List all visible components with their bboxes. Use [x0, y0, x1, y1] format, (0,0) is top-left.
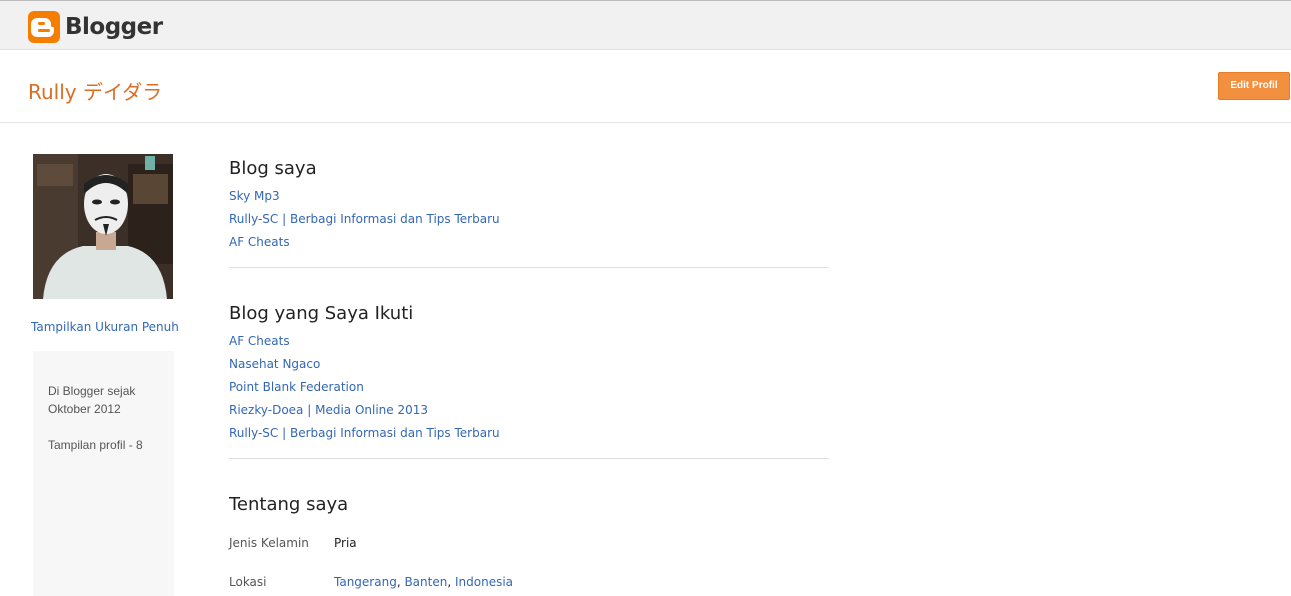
- followed-blog-link[interactable]: AF Cheats: [229, 330, 500, 353]
- location-country-link[interactable]: Indonesia: [455, 575, 513, 589]
- blogger-logo[interactable]: Blogger: [28, 11, 163, 43]
- location-region-link[interactable]: Banten: [404, 575, 447, 589]
- divider: [229, 458, 829, 459]
- location-city-link[interactable]: Tangerang: [334, 575, 397, 589]
- section-title: Blog saya: [229, 158, 317, 179]
- my-blogs-section: Blog saya Sky Mp3 Rully-SC | Berbagi Inf…: [229, 157, 500, 254]
- member-since-text: Di Blogger sejak Oktober 2012: [48, 384, 136, 416]
- section-title: Blog yang Saya Ikuti: [229, 303, 414, 324]
- view-full-size-link[interactable]: Tampilkan Ukuran Penuh: [31, 320, 179, 334]
- page-title: Rully デイダラ: [28, 80, 163, 104]
- profile-header: Rully デイダラ Edit Profil: [0, 50, 1291, 123]
- logo-text: Blogger: [65, 14, 163, 40]
- followed-blog-link[interactable]: Rully-SC | Berbagi Informasi dan Tips Te…: [229, 422, 500, 445]
- followed-blog-link[interactable]: Point Blank Federation: [229, 376, 500, 399]
- top-bar: Blogger: [0, 0, 1291, 50]
- blog-link[interactable]: AF Cheats: [229, 231, 500, 254]
- profile-info-box: Di Blogger sejak Oktober 2012 Tampilan p…: [33, 351, 174, 596]
- divider: [229, 267, 829, 268]
- blog-link[interactable]: Sky Mp3: [229, 185, 500, 208]
- location-label: Lokasi: [229, 575, 267, 589]
- about-section: Tentang saya: [229, 493, 348, 517]
- gender-value: Pria: [334, 536, 357, 550]
- avatar[interactable]: [33, 154, 173, 299]
- profile-views-text: Tampilan profil - 8: [48, 438, 143, 452]
- section-title: Tentang saya: [229, 494, 349, 515]
- blogger-b-icon: [28, 11, 60, 43]
- avatar-photo: [33, 154, 173, 299]
- blog-link[interactable]: Rully-SC | Berbagi Informasi dan Tips Te…: [229, 208, 500, 231]
- gender-label: Jenis Kelamin: [229, 536, 309, 550]
- followed-blogs-section: Blog yang Saya Ikuti AF Cheats Nasehat N…: [229, 302, 500, 445]
- location-value: Tangerang, Banten, Indonesia: [334, 575, 514, 589]
- edit-profile-button[interactable]: Edit Profil: [1218, 72, 1290, 100]
- followed-blog-link[interactable]: Riezky-Doea | Media Online 2013: [229, 399, 500, 422]
- followed-blog-link[interactable]: Nasehat Ngaco: [229, 353, 500, 376]
